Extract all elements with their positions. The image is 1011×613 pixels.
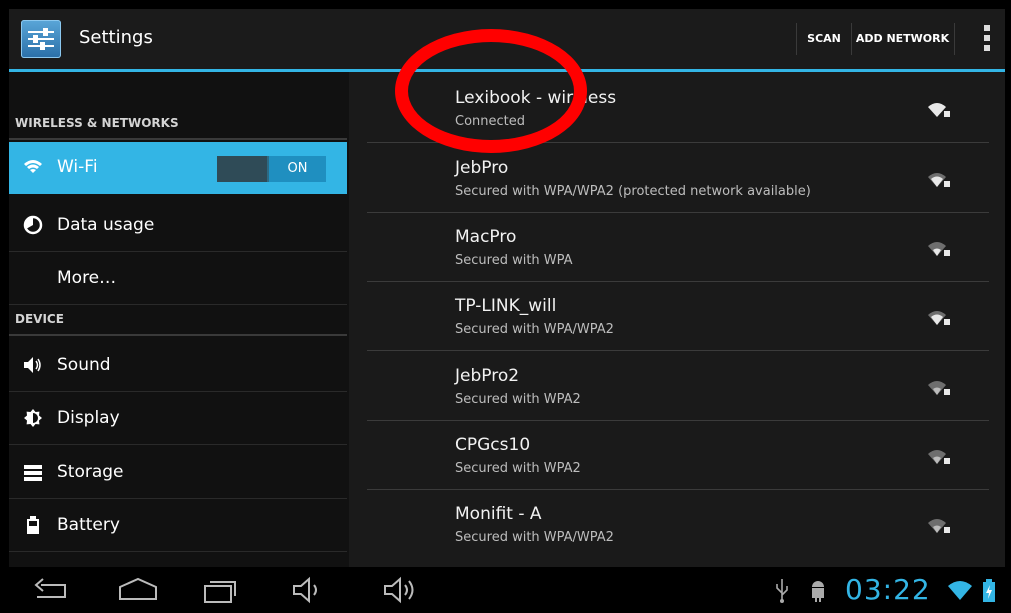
- data-usage-icon: [23, 215, 43, 235]
- wifi-signal-lock-icon: [928, 381, 950, 395]
- toggle-off-track: [217, 156, 267, 182]
- action-bar: Settings SCAN ADD NETWORK: [9, 9, 1005, 69]
- battery-charging-icon: [983, 579, 995, 602]
- network-status: Secured with WPA: [455, 253, 573, 268]
- list-item[interactable]: JebPro Secured with WPA/WPA2 (protected …: [367, 144, 989, 213]
- network-name: TP-LINK_will: [455, 296, 557, 316]
- action-separator: [954, 23, 955, 55]
- network-name: Lexibook - wireless: [455, 88, 617, 108]
- volume-up-icon[interactable]: [382, 575, 422, 605]
- battery-icon: [27, 516, 39, 534]
- sidebar-item-label: Battery: [57, 515, 120, 535]
- network-name: Monifit - A: [455, 504, 542, 524]
- wifi-network-list: Lexibook - wireless Connected JebPro Sec…: [349, 72, 1005, 567]
- scan-button[interactable]: SCAN: [797, 9, 851, 69]
- sidebar-item-storage[interactable]: Storage: [9, 447, 347, 499]
- sidebar-item-battery[interactable]: Battery: [9, 500, 347, 552]
- network-status: Secured with WPA2: [455, 461, 581, 476]
- toggle-on-label: ON: [269, 156, 326, 182]
- network-status: Secured with WPA/WPA2: [455, 322, 614, 337]
- settings-sidebar: WIRELESS & NETWORKS Wi-Fi ON Data usage …: [9, 72, 347, 567]
- sidebar-item-label: Display: [57, 408, 120, 428]
- usb-icon: [776, 579, 788, 603]
- list-item[interactable]: JebPro2 Secured with WPA2: [367, 352, 989, 421]
- page-title: Settings: [79, 27, 153, 48]
- wifi-icon: [24, 160, 42, 173]
- sidebar-item-label: Data usage: [57, 215, 155, 235]
- sidebar-item-data-usage[interactable]: Data usage: [9, 200, 347, 252]
- display-icon: [24, 409, 42, 427]
- sidebar-item-label: Wi-Fi: [57, 157, 98, 177]
- home-icon[interactable]: [116, 575, 160, 605]
- network-status: Connected: [455, 114, 526, 129]
- list-item[interactable]: Lexibook - wireless Connected: [367, 74, 989, 143]
- android-debug-icon: [812, 581, 824, 602]
- section-header-wireless: WIRELESS & NETWORKS: [9, 116, 347, 140]
- sidebar-item-wifi[interactable]: Wi-Fi ON: [9, 142, 347, 194]
- android-settings-screen: Settings SCAN ADD NETWORK WIRELESS & NET…: [9, 9, 1005, 567]
- network-name: CPGcs10: [455, 435, 531, 455]
- network-status: Secured with WPA2: [455, 392, 581, 407]
- sidebar-item-label: Storage: [57, 462, 124, 482]
- wifi-signal-lock-icon: [928, 519, 950, 533]
- list-item[interactable]: Monifit - A Secured with WPA/WPA2: [367, 490, 989, 559]
- recent-apps-icon[interactable]: [201, 575, 241, 605]
- back-icon[interactable]: [31, 575, 71, 605]
- wifi-signal-lock-icon: [928, 450, 950, 464]
- sidebar-item-label: More…: [57, 268, 117, 288]
- add-network-button[interactable]: ADD NETWORK: [852, 9, 953, 69]
- network-name: JebPro: [455, 158, 509, 178]
- wifi-status-icon: [948, 581, 972, 600]
- list-item[interactable]: MacPro Secured with WPA: [367, 213, 989, 282]
- wifi-toggle[interactable]: ON: [217, 156, 326, 182]
- sidebar-item-more[interactable]: More…: [9, 253, 347, 305]
- section-header-device: DEVICE: [9, 312, 347, 336]
- status-clock: 03:22: [845, 573, 931, 606]
- volume-down-icon[interactable]: [291, 575, 325, 605]
- speaker-icon: [24, 357, 41, 373]
- storage-icon: [24, 465, 42, 481]
- network-status: Secured with WPA/WPA2: [455, 530, 614, 545]
- sidebar-item-sound[interactable]: Sound: [9, 340, 347, 392]
- sidebar-item-display[interactable]: Display: [9, 393, 347, 445]
- wifi-signal-lock-icon: [928, 103, 950, 117]
- sidebar-item-next[interactable]: [9, 554, 347, 567]
- sidebar-item-label: Sound: [57, 355, 111, 375]
- list-item[interactable]: CPGcs10 Secured with WPA2: [367, 421, 989, 490]
- list-item[interactable]: TP-LINK_will Secured with WPA/WPA2: [367, 282, 989, 351]
- network-status: Secured with WPA/WPA2 (protected network…: [455, 184, 811, 199]
- wifi-signal-lock-icon: [928, 242, 950, 256]
- overflow-menu-icon[interactable]: [983, 25, 991, 53]
- wifi-signal-lock-icon: [928, 173, 950, 187]
- settings-app-icon[interactable]: [21, 20, 61, 58]
- wifi-signal-lock-icon: [928, 311, 950, 325]
- network-name: MacPro: [455, 227, 517, 247]
- network-name: JebPro2: [455, 366, 520, 386]
- system-navigation-bar: 03:22: [9, 567, 1005, 613]
